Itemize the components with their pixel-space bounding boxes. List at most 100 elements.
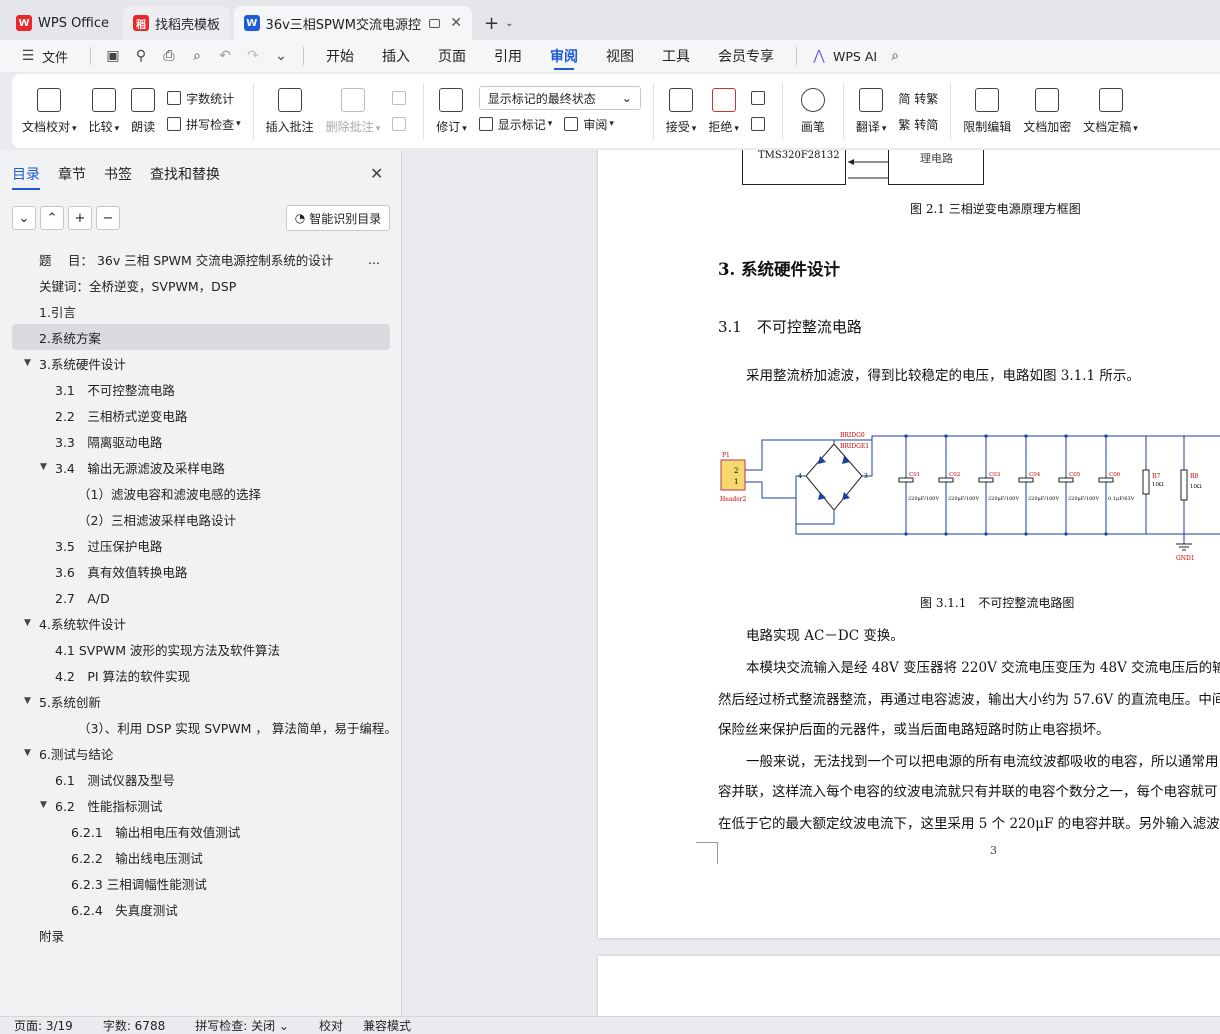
new-tab-button[interactable]: + ⌄ xyxy=(476,6,521,40)
toc-item[interactable]: ▼ 6.测试与结论 xyxy=(12,740,390,766)
print-preview-icon[interactable]: ⌕ xyxy=(189,48,205,64)
close-icon[interactable]: ✕ xyxy=(370,164,383,183)
chevron-down-icon[interactable]: ⌄ xyxy=(273,48,289,64)
tab-toc[interactable]: 目录 xyxy=(12,164,40,190)
display-state-select[interactable]: 显示标记的最终状态 ⌄ xyxy=(478,86,641,110)
toc-item[interactable]: 2.7 A/D xyxy=(12,584,390,610)
toc-item[interactable]: （2）三相滤波采样电路设计 xyxy=(12,506,390,532)
menu-2[interactable]: 页面 xyxy=(424,40,480,72)
redo-icon[interactable]: ↷ xyxy=(245,48,261,64)
toc-item[interactable]: 6.2.3 三相调幅性能测试 xyxy=(12,870,390,896)
toc-item[interactable]: 附录 xyxy=(12,922,390,948)
finalize-button[interactable]: 文档定稿 ▾ xyxy=(1077,78,1144,144)
translate-button[interactable]: 翻译 ▾ xyxy=(850,78,893,144)
document-page[interactable]: TMS320F28132 理电路 图 2.1 三相逆变电源原理方框图 3. 系统… xyxy=(598,150,1220,938)
pen-button[interactable]: 画笔 xyxy=(789,78,837,144)
review-pane-button[interactable]: 审阅 ▾ xyxy=(564,116,614,133)
toc-item[interactable]: 3.5 过压保护电路 xyxy=(12,532,390,558)
add-heading-button[interactable]: + xyxy=(68,206,92,230)
prev-change-button[interactable] xyxy=(750,85,770,111)
read-aloud-button[interactable]: 朗读 xyxy=(125,78,161,144)
tab-find-replace[interactable]: 查找和替换 xyxy=(150,164,220,190)
remove-heading-button[interactable]: − xyxy=(96,206,120,230)
show-markup-button[interactable]: 显示标记 ▾ xyxy=(478,116,552,133)
toc-item[interactable]: 3.6 真有效值转换电路 xyxy=(12,558,390,584)
menu-5[interactable]: 视图 xyxy=(592,40,648,72)
menu-6[interactable]: 工具 xyxy=(648,40,704,72)
save-icon[interactable]: ▣ xyxy=(105,48,121,64)
expand-triangle-icon[interactable]: ▼ xyxy=(40,800,47,810)
toc-item[interactable]: （3）、利用 DSP 实现 SVPWM ， 算法简单，易于编程。 xyxy=(12,714,397,740)
delete-comment-button[interactable]: 删除批注 ▾ xyxy=(320,78,387,144)
toc-item[interactable]: 3.1 不可控整流电路 xyxy=(12,376,390,402)
tab-bookmarks[interactable]: 书签 xyxy=(104,164,132,190)
toc-item[interactable]: ▼ 3.4 输出无源滤波及采样电路 xyxy=(12,454,390,480)
spell-check-button[interactable]: 拼写检查 ▾ xyxy=(167,111,241,137)
toc-item[interactable]: 关键词：全桥逆变，SVPWM，DSP xyxy=(12,272,390,298)
word-count[interactable]: 字数: 6788 xyxy=(103,1017,165,1034)
search-icon[interactable]: ⌕ xyxy=(887,48,903,64)
tab-wps-office[interactable]: W WPS Office xyxy=(6,6,119,40)
toc-item[interactable]: 4.1 SVPWM 波形的实现方法及软件算法 xyxy=(12,636,390,662)
menu-1[interactable]: 插入 xyxy=(368,40,424,72)
toc-item[interactable]: 6.1 测试仪器及型号 xyxy=(12,766,390,792)
link-icon[interactable]: ⚲ xyxy=(133,48,149,64)
expand-button[interactable]: ⌃ xyxy=(40,206,64,230)
prev-comment-button[interactable] xyxy=(392,85,411,111)
tab-templates[interactable]: 稻 找稻壳模板 xyxy=(123,6,231,40)
toc-item[interactable]: 题 目： 36v 三相 SPWM 交流电源控制系统的设计... xyxy=(12,246,390,272)
menu-0[interactable]: 开始 xyxy=(312,40,368,72)
wps-ai-icon[interactable]: ⋀ xyxy=(811,48,827,64)
toc-item[interactable]: 2.系统方案 xyxy=(12,324,390,350)
to-traditional-button[interactable]: 简 转繁 xyxy=(898,85,938,111)
compare-button[interactable]: 比较 ▾ xyxy=(83,78,126,144)
next-comment-button[interactable] xyxy=(392,111,411,137)
monitor-icon[interactable] xyxy=(428,18,441,28)
more-icon[interactable]: ... xyxy=(368,252,380,267)
toc-item[interactable]: ▼ 3.系统硬件设计 xyxy=(12,350,390,376)
to-simplified-button[interactable]: 繁 转简 xyxy=(898,111,938,137)
toc-item[interactable]: 3.3 隔离驱动电路 xyxy=(12,428,390,454)
toc-item[interactable]: ▼ 4.系统软件设计 xyxy=(12,610,390,636)
accept-button[interactable]: 接受 ▾ xyxy=(660,78,703,144)
page-indicator[interactable]: 页面: 3/19 xyxy=(14,1017,73,1034)
expand-triangle-icon[interactable]: ▼ xyxy=(24,618,31,628)
toc-item[interactable]: （1）滤波电容和滤波电感的选择 xyxy=(12,480,390,506)
file-menu[interactable]: 文件 xyxy=(42,47,68,66)
expand-triangle-icon[interactable]: ▼ xyxy=(24,358,31,368)
wps-ai-button[interactable]: WPS AI xyxy=(833,49,877,64)
menu-4[interactable]: 审阅 xyxy=(536,40,592,72)
toc-item[interactable]: 4.2 PI 算法的软件实现 xyxy=(12,662,390,688)
toc-item[interactable]: ▼ 5.系统创新 xyxy=(12,688,390,714)
hamburger-icon[interactable]: ☰ xyxy=(20,48,36,64)
spell-check-status[interactable]: 拼写检查: 关闭 ⌄ xyxy=(195,1017,289,1034)
chevron-down-icon[interactable]: ⌄ xyxy=(505,18,513,29)
smart-toc-button[interactable]: ◔ 智能识别目录 xyxy=(286,205,390,231)
menu-3[interactable]: 引用 xyxy=(480,40,536,72)
expand-triangle-icon[interactable]: ▼ xyxy=(24,696,31,706)
toc-item[interactable]: ▼ 6.2 性能指标测试 xyxy=(12,792,390,818)
revise-button[interactable]: 修订 ▾ xyxy=(430,78,473,144)
word-count-button[interactable]: 字数统计 xyxy=(167,85,241,111)
toc-item[interactable]: 2.2 三相桥式逆变电路 xyxy=(12,402,390,428)
toc-item[interactable]: 1.引言 xyxy=(12,298,390,324)
toc-item[interactable]: 6.2.4 失真度测试 xyxy=(12,896,390,922)
close-tab-icon[interactable]: ✕ xyxy=(450,15,462,31)
restrict-edit-button[interactable]: 限制编辑 xyxy=(957,78,1017,144)
doc-check-button[interactable]: 文档校对 ▾ xyxy=(16,78,83,144)
reject-button[interactable]: 拒绝 ▾ xyxy=(702,78,745,144)
tab-sections[interactable]: 章节 xyxy=(58,164,86,190)
next-change-button[interactable] xyxy=(750,111,770,137)
toc-item[interactable]: 6.2.1 输出相电压有效值测试 xyxy=(12,818,390,844)
next-page[interactable] xyxy=(598,956,1220,1016)
toc-item[interactable]: 6.2.2 输出线电压测试 xyxy=(12,844,390,870)
collapse-button[interactable]: ⌄ xyxy=(12,206,36,230)
undo-icon[interactable]: ↶ xyxy=(217,48,233,64)
proof-button[interactable]: 校对 xyxy=(319,1017,343,1034)
expand-triangle-icon[interactable]: ▼ xyxy=(40,462,47,472)
expand-triangle-icon[interactable]: ▼ xyxy=(24,748,31,758)
menu-7[interactable]: 会员专享 xyxy=(704,40,788,72)
print-icon[interactable]: ⎙ xyxy=(161,48,177,64)
encrypt-button[interactable]: 文档加密 xyxy=(1017,78,1077,144)
insert-comment-button[interactable]: 插入批注 xyxy=(260,78,320,144)
